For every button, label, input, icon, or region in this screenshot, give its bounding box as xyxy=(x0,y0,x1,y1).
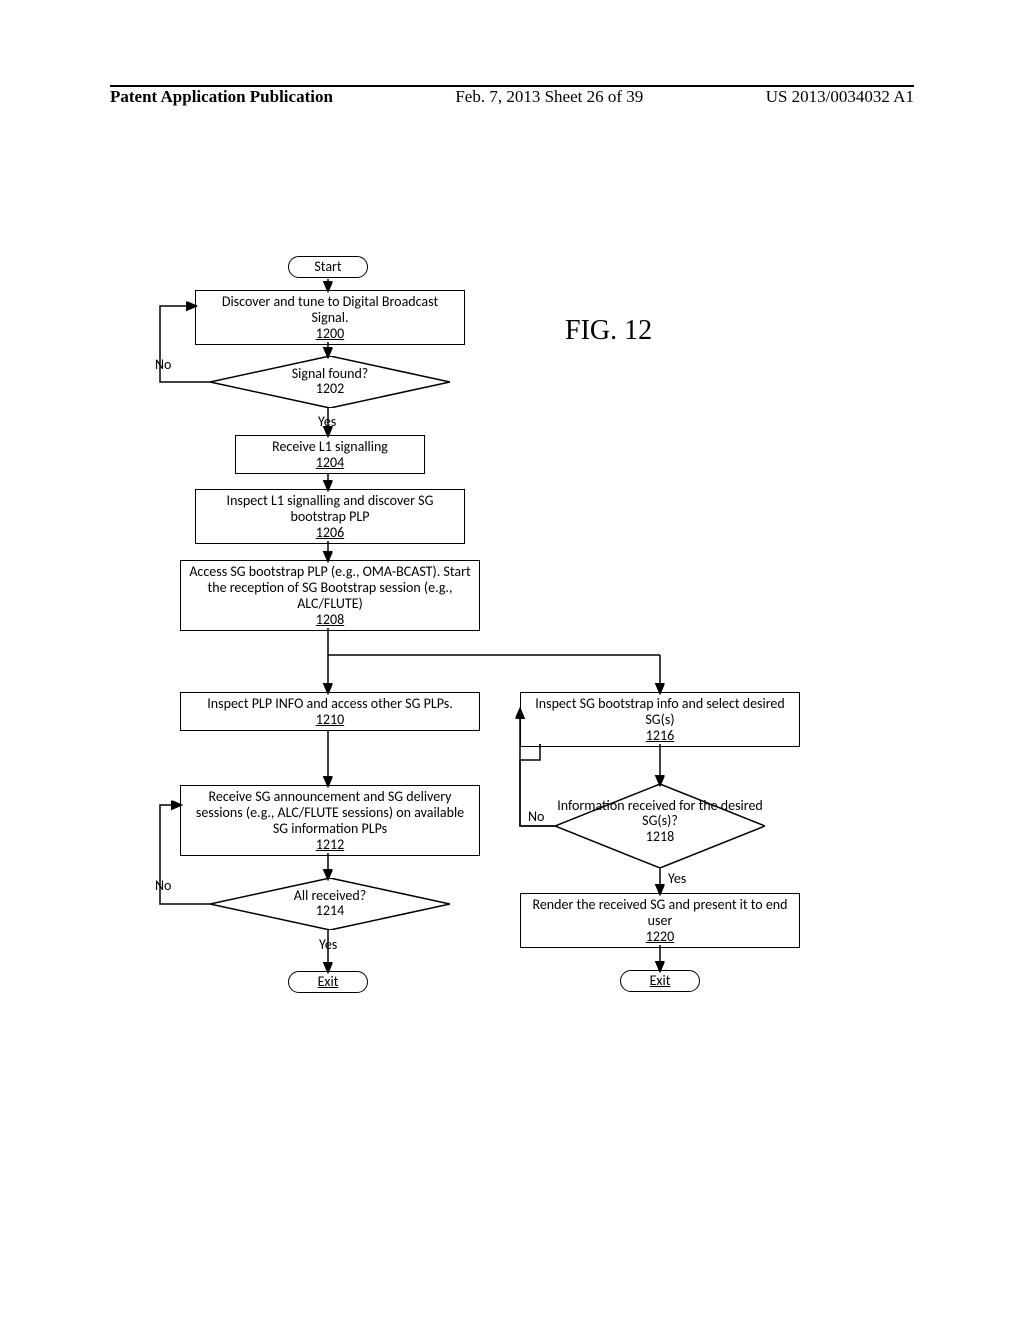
page: Patent Application Publication Feb. 7, 2… xyxy=(0,0,1024,1320)
connectors xyxy=(0,0,1024,1320)
